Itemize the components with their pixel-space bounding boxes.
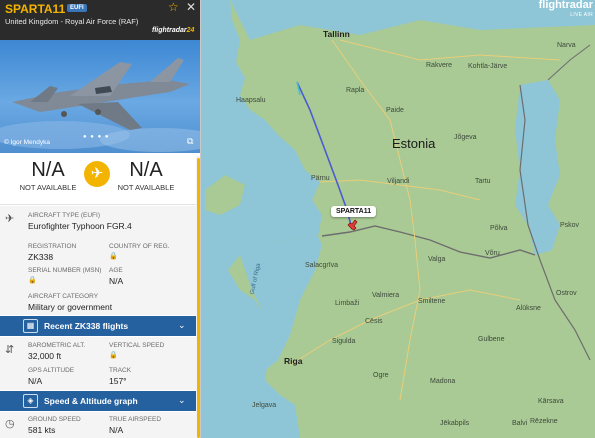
route-block: N/A NOT AVAILABLE ✈ N/A NOT AVAILABLE	[0, 153, 196, 205]
city-label: Valga	[428, 256, 446, 263]
callsign-title: SPARTA11	[5, 2, 66, 16]
gps-alt-value: N/A	[28, 376, 43, 386]
city-label: Narva	[557, 42, 576, 49]
city-label: Tallinn	[323, 29, 350, 39]
calendar-icon: ▦	[23, 319, 38, 333]
age-label: AGE	[109, 267, 123, 274]
city-label: Ogre	[373, 372, 389, 379]
recent-flights-bar[interactable]: ▦ Recent ZK338 flights ⌄	[0, 316, 196, 336]
age-value: N/A	[109, 276, 124, 286]
city-label: Rakvere	[426, 62, 453, 69]
aircraft-icon: ✈	[5, 213, 15, 225]
city-label: Rēzekne	[530, 418, 558, 425]
map-brand-logo: flightradar LIVE AIR	[538, 0, 593, 18]
serial-label: SERIAL NUMBER (MSN)	[28, 267, 102, 274]
track-value: 157°	[109, 376, 127, 386]
city-label: Jēkabpils	[440, 420, 470, 427]
city-label: Balvi	[512, 420, 528, 427]
aircraft-photo[interactable]: © Igor Mendyka ● ● ● ● ⧉	[0, 40, 200, 153]
vertical-speed-label: VERTICAL SPEED	[109, 342, 165, 349]
city-label: Cēsis	[365, 318, 383, 325]
aircraft-type-badge: EUFI	[67, 4, 87, 12]
city-label: Põlva	[490, 225, 508, 232]
lock-icon[interactable]: 🔒	[109, 351, 118, 359]
ground-speed-value: 581 kts	[28, 425, 56, 435]
city-label: Smiltene	[418, 298, 446, 305]
baro-alt-value: 32,000 ft	[28, 351, 62, 361]
true-airspeed-value: N/A	[109, 425, 124, 435]
city-label: Sigulda	[332, 338, 356, 345]
city-label: Valmiera	[372, 292, 400, 299]
speed-details: ◷ GROUND SPEED 581 kts TRUE AIRSPEED N/A	[0, 412, 196, 438]
city-label: Limbaži	[335, 300, 360, 307]
altitude-icon: ⇵	[5, 344, 15, 356]
panel-header: SPARTA11 EUFI United Kingdom - Royal Air…	[0, 0, 200, 40]
operator-name: United Kingdom - Royal Air Force (RAF)	[5, 17, 139, 26]
city-label: Jõgeva	[454, 134, 477, 141]
destination-label: NOT AVAILABLE	[117, 183, 175, 192]
speed-altitude-graph-bar[interactable]: ◈ Speed & Altitude graph ⌄	[0, 391, 196, 411]
country-label-estonia: Estonia	[392, 136, 436, 151]
city-label: Kārsava	[538, 398, 564, 405]
aircraft-type-label: AIRCRAFT TYPE (EUFI)	[28, 212, 100, 219]
city-label: Rapla	[346, 87, 365, 94]
city-label: Paide	[386, 107, 404, 114]
brand-logo: flightradar24	[152, 27, 195, 34]
city-label: Ostrov	[556, 290, 577, 297]
city-label: Pärnu	[311, 175, 330, 182]
registration-label: REGISTRATION	[28, 243, 77, 250]
true-airspeed-label: TRUE AIRSPEED	[109, 416, 162, 423]
city-label: Madona	[430, 378, 456, 385]
flight-info-panel: SPARTA11 EUFI United Kingdom - Royal Air…	[0, 0, 201, 438]
photo-credit: © Igor Mendyka	[4, 139, 50, 146]
external-link-icon[interactable]: ⧉	[187, 136, 193, 147]
photo-carousel-dots[interactable]: ● ● ● ●	[83, 134, 110, 140]
category-value: Military or government	[28, 302, 113, 312]
registration-value[interactable]: ZK338	[28, 252, 53, 262]
chevron-down-icon: ⌄	[178, 320, 186, 330]
origin-label: NOT AVAILABLE	[19, 183, 77, 192]
city-label: Tartu	[475, 178, 491, 185]
city-label: Alūksne	[516, 305, 541, 312]
aircraft-type-value: Eurofighter Typhoon FGR.4	[28, 221, 132, 231]
origin-code[interactable]: N/A	[10, 159, 86, 182]
category-label: AIRCRAFT CATEGORY	[28, 293, 99, 300]
altitude-details: ⇵ BAROMETRIC ALT. 32,000 ft VERTICAL SPE…	[0, 337, 196, 390]
city-label: Riga	[284, 356, 303, 366]
destination-code[interactable]: N/A	[108, 159, 184, 182]
baro-alt-label: BAROMETRIC ALT.	[28, 342, 86, 349]
speedometer-icon: ◷	[5, 418, 15, 430]
ground-speed-label: GROUND SPEED	[28, 416, 81, 423]
star-icon[interactable]: ☆	[168, 0, 179, 14]
city-label: Salacgrīva	[305, 262, 339, 269]
city-label: Gulbene	[478, 336, 505, 343]
city-label: Kohtla-Järve	[468, 63, 508, 70]
city-label: Pskov	[560, 222, 580, 229]
plane-icon: ✈	[84, 161, 110, 187]
lock-icon[interactable]: 🔒	[109, 252, 118, 260]
recent-flights-label: Recent ZK338 flights	[44, 321, 129, 331]
close-icon[interactable]: ✕	[186, 0, 196, 14]
gps-alt-label: GPS ALTITUDE	[28, 367, 75, 374]
city-label: Haapsalu	[236, 97, 266, 104]
graph-icon: ◈	[23, 394, 38, 408]
aircraft-details: ✈ AIRCRAFT TYPE (EUFI) Eurofighter Typho…	[0, 206, 196, 315]
city-label: Jelgava	[252, 402, 277, 409]
track-label: TRACK	[109, 367, 132, 374]
speed-graph-label: Speed & Altitude graph	[44, 396, 138, 406]
city-label: Viljandi	[387, 178, 410, 185]
map-flight-tag[interactable]: SPARTA11	[331, 206, 377, 217]
lock-icon[interactable]: 🔒	[28, 276, 37, 284]
scrollbar-thumb[interactable]	[197, 158, 200, 438]
city-label: Võru	[485, 250, 500, 257]
chevron-down-icon: ⌄	[178, 395, 186, 405]
country-label: COUNTRY OF REG.	[109, 243, 170, 250]
